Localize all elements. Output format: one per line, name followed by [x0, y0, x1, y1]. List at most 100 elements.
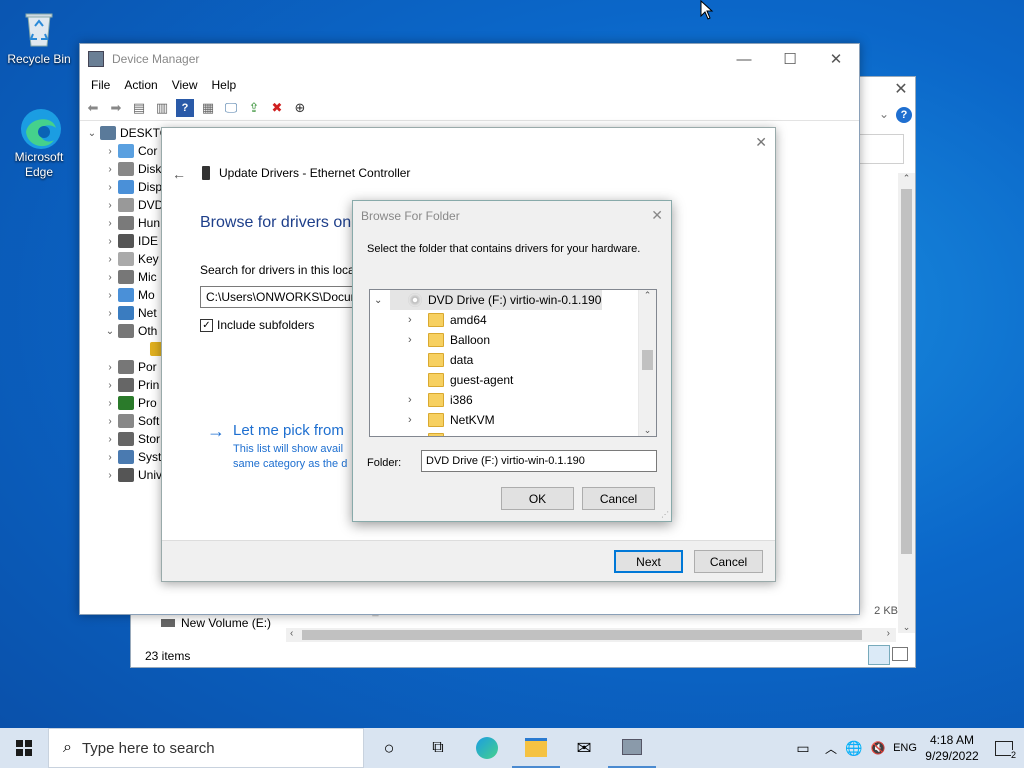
tree-item[interactable]: › Disp — [80, 178, 170, 196]
close-button[interactable]: ✕ — [813, 44, 859, 74]
chevron-right-icon[interactable]: › — [104, 362, 116, 373]
cancel-button[interactable]: Cancel — [694, 550, 763, 573]
tree-root[interactable]: ⌄ DESKTO — [80, 124, 170, 142]
task-view-icon[interactable]: ⧉ — [414, 728, 462, 768]
action-center-icon[interactable]: 2 — [984, 728, 1024, 768]
show-hidden-icon[interactable]: ▦ — [199, 99, 217, 117]
taskbar-search-box[interactable]: ⌕ Type here to search — [48, 728, 364, 768]
chevron-right-icon[interactable]: › — [104, 272, 116, 283]
monitor-icon[interactable]: 🖵 — [222, 99, 240, 117]
scroll-up-icon[interactable]: ⌃ — [639, 290, 656, 301]
chevron-right-icon[interactable]: › — [104, 380, 116, 391]
pick-link[interactable]: Let me pick from — [233, 422, 344, 439]
tree-item[interactable]: › Mo — [80, 286, 170, 304]
back-arrow-icon[interactable]: ⬅ — [84, 99, 102, 117]
scroll-down-icon[interactable]: ⌄ — [639, 425, 656, 436]
chevron-right-icon[interactable]: › — [408, 394, 428, 406]
checkbox-checked-icon[interactable]: ✓ — [200, 318, 213, 332]
next-button[interactable]: Next — [614, 550, 683, 573]
taskbar-edge-icon[interactable] — [462, 728, 512, 768]
menu-file[interactable]: File — [84, 78, 117, 92]
chevron-right-icon[interactable]: › — [104, 164, 116, 175]
list-icon[interactable]: ▥ — [153, 99, 171, 117]
tree-item[interactable]: › Hun — [80, 214, 170, 232]
chevron-right-icon[interactable]: › — [104, 200, 116, 211]
scroll-left-icon[interactable]: ‹ — [290, 628, 293, 639]
download-icon[interactable]: ⊕ — [291, 99, 309, 117]
scroll-thumb[interactable] — [901, 189, 912, 554]
chevron-right-icon[interactable]: › — [104, 236, 116, 247]
tree-item-folder[interactable]: › Balloon — [408, 330, 490, 350]
tree-item-folder-partial[interactable] — [428, 430, 450, 436]
chevron-right-icon[interactable]: › — [104, 290, 116, 301]
chevron-right-icon[interactable]: › — [104, 452, 116, 463]
network-icon[interactable]: 🌐 — [842, 728, 866, 768]
edge-desktop-icon[interactable]: Microsoft Edge — [4, 106, 74, 180]
update-driver-icon[interactable]: ⇪ — [245, 99, 263, 117]
chevron-right-icon[interactable]: › — [408, 414, 428, 426]
scroll-up-icon[interactable]: ⌃ — [898, 173, 915, 184]
chevron-right-icon[interactable]: › — [104, 146, 116, 157]
device-manager-titlebar[interactable]: Device Manager — ☐ ✕ — [80, 44, 859, 74]
nav-item-new-volume[interactable]: New Volume (E:) — [161, 616, 271, 630]
tree-item[interactable]: › Disk — [80, 160, 170, 178]
chevron-right-icon[interactable]: › — [104, 182, 116, 193]
chevron-down-icon[interactable]: ⌄ — [104, 326, 116, 337]
vertical-scrollbar[interactable]: ⌃ ⌄ — [898, 173, 915, 633]
maximize-button[interactable]: ☐ — [767, 44, 813, 74]
resize-grip-icon[interactable]: ⋰ — [661, 510, 669, 519]
chevron-right-icon[interactable]: › — [104, 308, 116, 319]
h-scroll-thumb[interactable] — [302, 630, 862, 640]
chevron-right-icon[interactable]: › — [104, 398, 116, 409]
tree-item-folder[interactable]: › i386 — [408, 390, 473, 410]
recycle-bin-desktop-icon[interactable]: Recycle Bin — [4, 8, 74, 66]
taskbar-mail-icon[interactable]: ✉ — [560, 728, 608, 768]
chevron-up-icon[interactable]: ︿ — [820, 728, 842, 768]
tree-item[interactable]: › Syst — [80, 448, 170, 466]
notes-icon[interactable]: ▭ — [786, 728, 820, 768]
chevron-right-icon[interactable]: › — [104, 218, 116, 229]
ok-button[interactable]: OK — [501, 487, 574, 510]
start-button[interactable] — [0, 728, 48, 768]
tree-item[interactable]: › Univ — [80, 466, 170, 484]
horizontal-scrollbar[interactable]: ‹ › — [286, 628, 896, 642]
tree-item-folder[interactable]: › amd64 — [408, 310, 487, 330]
tree-item[interactable] — [80, 340, 170, 358]
tree-item[interactable]: › IDE — [80, 232, 170, 250]
taskbar-file-explorer-icon[interactable] — [512, 728, 560, 768]
menu-help[interactable]: Help — [205, 78, 244, 92]
uninstall-icon[interactable]: ✖ — [268, 99, 286, 117]
details-view-icon[interactable] — [868, 645, 890, 665]
tree-item[interactable]: › Net — [80, 304, 170, 322]
close-icon[interactable]: ✕ — [755, 134, 767, 151]
chevron-right-icon[interactable]: › — [408, 314, 428, 326]
help-icon[interactable]: ? — [896, 107, 912, 123]
path-input[interactable]: C:\Users\ONWORKS\Docum — [200, 286, 359, 308]
close-icon[interactable]: ✕ — [651, 207, 663, 224]
menu-action[interactable]: Action — [117, 78, 164, 92]
tree-item[interactable]: › Key — [80, 250, 170, 268]
chevron-down-icon[interactable]: ⌄ — [879, 107, 889, 121]
chevron-right-icon[interactable]: › — [104, 416, 116, 427]
large-icons-view-icon[interactable] — [892, 647, 908, 661]
back-arrow-icon[interactable]: ← — [172, 166, 186, 182]
include-subfolders[interactable]: ✓ Include subfolders — [200, 318, 314, 332]
scroll-thumb[interactable] — [642, 350, 653, 370]
help-icon[interactable]: ? — [176, 99, 194, 117]
minimize-button[interactable]: — — [721, 44, 767, 74]
language-indicator[interactable]: ENG — [890, 728, 920, 768]
menu-view[interactable]: View — [165, 78, 205, 92]
chevron-right-icon[interactable]: › — [104, 254, 116, 265]
tree-item[interactable]: › Mic — [80, 268, 170, 286]
chevron-right-icon[interactable]: › — [104, 470, 116, 481]
clock[interactable]: 4:18 AM 9/29/2022 — [920, 732, 984, 764]
tree-item[interactable]: › Por — [80, 358, 170, 376]
chevron-down-icon[interactable]: ⌄ — [86, 128, 98, 139]
scroll-down-icon[interactable]: ⌄ — [898, 622, 915, 633]
tree-item-folder[interactable]: › NetKVM — [408, 410, 495, 430]
cancel-button[interactable]: Cancel — [582, 487, 655, 510]
chevron-right-icon[interactable]: › — [408, 334, 428, 346]
scroll-right-icon[interactable]: › — [887, 628, 890, 639]
chevron-down-icon[interactable]: ⌄ — [374, 295, 382, 306]
vertical-scrollbar[interactable]: ⌃ ⌄ — [638, 290, 656, 436]
